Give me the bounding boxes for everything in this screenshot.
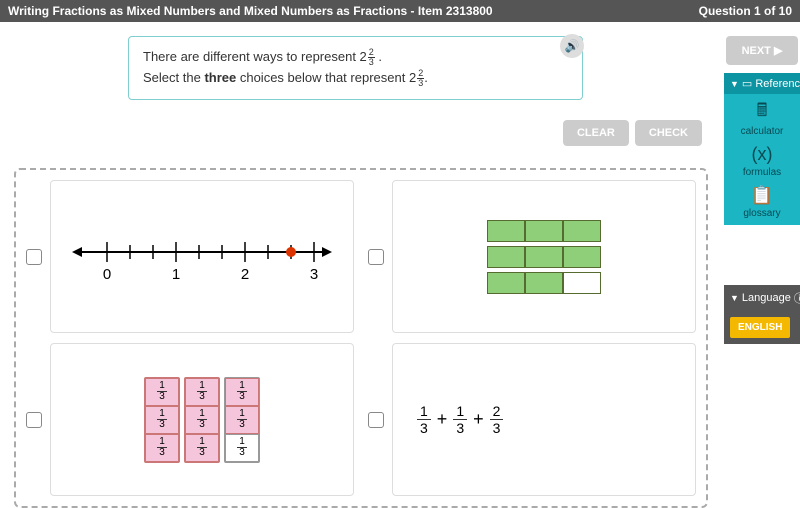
svg-text:1: 1 [172, 266, 180, 283]
language-header[interactable]: ▼Languageⓘ [724, 285, 800, 311]
choice-a: 0 1 2 3 [26, 180, 354, 333]
fraction-bars: 13 13 13 13 13 13 13 13 13 [144, 377, 260, 463]
equation: 13 + 13 + 23 [417, 404, 503, 435]
calculator-icon: 🖩 [749, 100, 775, 126]
choice-b-checkbox[interactable] [368, 249, 384, 265]
choice-c-checkbox[interactable] [26, 412, 42, 428]
number-line-svg: 0 1 2 3 [67, 217, 337, 297]
svg-text:2: 2 [241, 266, 249, 283]
green-blocks [487, 220, 601, 294]
prompt-line-2: Select the three choices below that repr… [143, 68, 568, 89]
next-button[interactable]: NEXT ▶ [726, 36, 798, 65]
choice-c: 13 13 13 13 13 13 13 13 13 [26, 343, 354, 496]
formulas-button[interactable]: (x)formulas [743, 141, 781, 178]
mixed-number: 223 [409, 68, 424, 89]
reference-header[interactable]: ▼▭Reference [724, 73, 800, 94]
sidebar: NEXT ▶ ▼▭Reference 🖩calculator (x)formul… [724, 22, 800, 344]
calculator-button[interactable]: 🖩calculator [741, 100, 784, 137]
clear-button[interactable]: CLEAR [563, 120, 629, 146]
chevron-down-icon: ▼ [730, 79, 739, 89]
glossary-button[interactable]: 📋glossary [743, 182, 780, 219]
language-panel: ▼Languageⓘ ENGLISH [724, 285, 800, 344]
audio-icon[interactable]: 🔊 [560, 34, 584, 58]
choice-a-card: 0 1 2 3 [50, 180, 354, 333]
svg-text:0: 0 [103, 266, 111, 283]
formulas-icon: (x) [749, 141, 775, 167]
prompt-box: There are different ways to represent 22… [128, 36, 583, 100]
info-icon: ⓘ [794, 290, 800, 306]
english-button[interactable]: ENGLISH [730, 317, 790, 338]
choice-b [368, 180, 696, 333]
chevron-down-icon: ▼ [730, 293, 739, 303]
mixed-number: 223 [360, 47, 375, 68]
choice-c-card: 13 13 13 13 13 13 13 13 13 [50, 343, 354, 496]
check-button[interactable]: CHECK [635, 120, 702, 146]
choice-a-checkbox[interactable] [26, 249, 42, 265]
main-area: There are different ways to represent 22… [0, 22, 720, 506]
reference-panel: ▼▭Reference 🖩calculator (x)formulas 📋glo… [724, 73, 800, 225]
prompt-line-1: There are different ways to represent 22… [143, 47, 568, 68]
action-buttons: CLEAR CHECK [563, 120, 702, 146]
svg-text:3: 3 [310, 266, 318, 283]
choice-d-card: 13 + 13 + 23 [392, 343, 696, 496]
choice-b-card [392, 180, 696, 333]
question-progress: Question 1 of 10 [699, 4, 792, 18]
choice-d: 13 + 13 + 23 [368, 343, 696, 496]
glossary-icon: 📋 [749, 182, 775, 208]
item-title: Writing Fractions as Mixed Numbers and M… [8, 4, 493, 18]
header-bar: Writing Fractions as Mixed Numbers and M… [0, 0, 800, 22]
choice-d-checkbox[interactable] [368, 412, 384, 428]
choices-container: 0 1 2 3 1 3 [14, 168, 708, 508]
